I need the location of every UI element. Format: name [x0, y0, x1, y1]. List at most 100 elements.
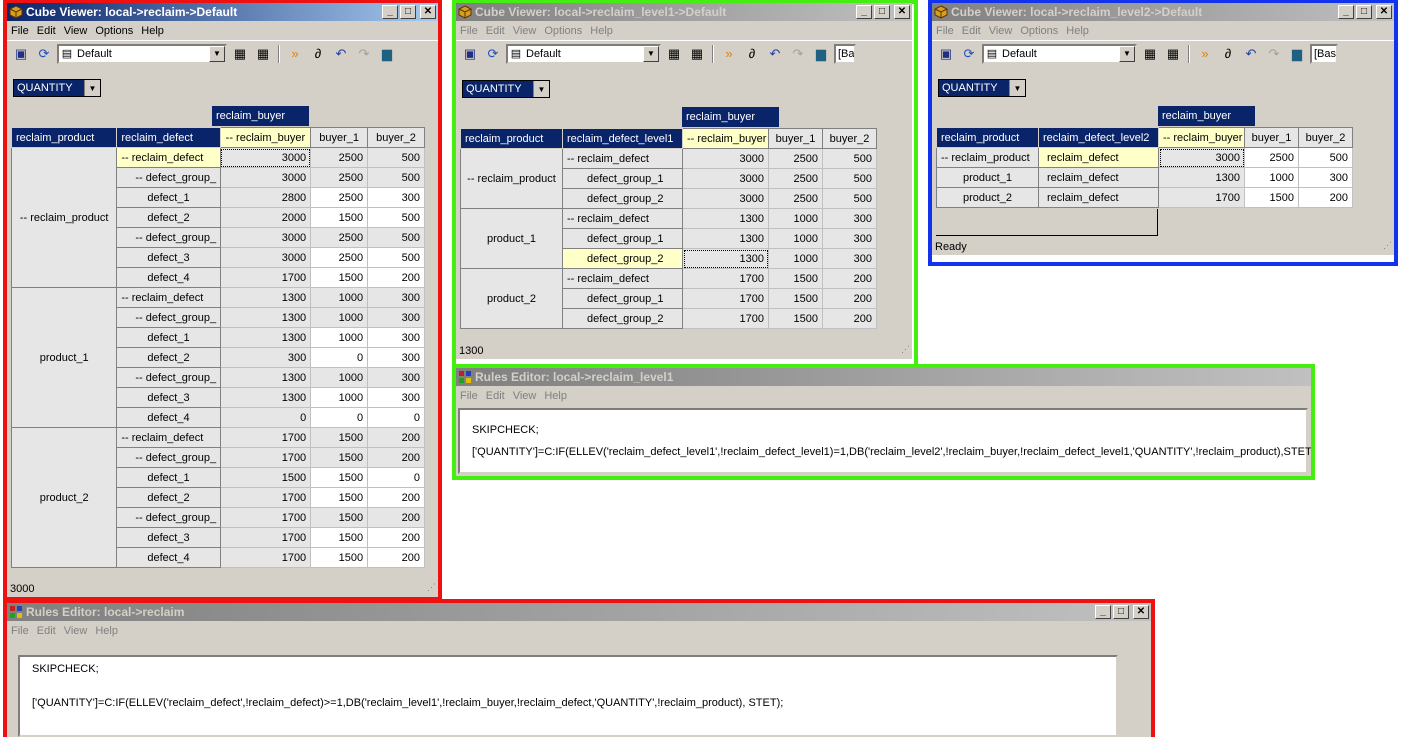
cell-value[interactable]: 1000	[310, 327, 369, 348]
cell-value[interactable]: 1000	[310, 367, 369, 388]
cell-value[interactable]: 1500	[310, 447, 369, 468]
calculator-icon[interactable]: ▦	[664, 44, 684, 64]
product-row-header[interactable]: product_1	[460, 208, 563, 269]
cell-value[interactable]: 200	[367, 547, 425, 568]
cell-value[interactable]: 1500	[768, 268, 823, 289]
cell-value[interactable]: 0	[367, 407, 425, 428]
cell-value[interactable]: 2000	[219, 207, 312, 228]
zero-suppress-icon[interactable]: ∂	[308, 44, 328, 64]
defect-row-header[interactable]: defect_4	[116, 547, 221, 568]
defect-row-header[interactable]: -- reclaim_defect	[116, 147, 221, 168]
maximize-button[interactable]: □	[400, 5, 416, 19]
column-dimension-header[interactable]: reclaim_buyer	[682, 107, 779, 127]
menu-file[interactable]: File	[458, 390, 484, 402]
view-select[interactable]: ▤ Default ▼	[57, 43, 227, 64]
cell-value[interactable]: 1500	[310, 487, 369, 508]
undo-icon[interactable]: ↶	[1241, 44, 1261, 64]
cell-value[interactable]: 0	[219, 407, 312, 428]
rules-text-area[interactable]: SKIPCHECK; ['QUANTITY']=C:IF(ELLEV('recl…	[18, 655, 1118, 737]
menu-file[interactable]: File	[458, 25, 484, 37]
defect-row-header[interactable]: -- reclaim_defect	[562, 268, 683, 289]
cell-value[interactable]: 1300	[682, 248, 769, 269]
defect-row-header[interactable]: -- reclaim_defect	[562, 148, 683, 169]
cell-value[interactable]: 500	[367, 207, 425, 228]
slice-to-excel-icon[interactable]: »	[285, 44, 305, 64]
slice-to-excel-icon[interactable]: »	[719, 44, 739, 64]
cell-value[interactable]: 1700	[219, 527, 312, 548]
cell-value[interactable]: 1500	[310, 507, 369, 528]
grid-options-icon[interactable]: ▦	[1163, 44, 1183, 64]
cell-value[interactable]: 300	[219, 347, 312, 368]
row-dimension-header[interactable]: reclaim_product	[936, 127, 1039, 148]
defect-row-header[interactable]: defect_group_1	[562, 288, 683, 309]
column-header[interactable]: buyer_1	[310, 127, 369, 148]
chevron-down-icon[interactable]: ▼	[209, 45, 225, 62]
cell-value[interactable]: 300	[367, 387, 425, 408]
cell-value[interactable]: 2500	[310, 167, 369, 188]
menu-edit[interactable]: Edit	[960, 25, 987, 37]
cell-value[interactable]: 0	[367, 467, 425, 488]
calculator-icon[interactable]: ▦	[230, 44, 250, 64]
column-header[interactable]: buyer_2	[367, 127, 425, 148]
cell-value[interactable]: 2500	[768, 148, 823, 169]
cell-value[interactable]: 1700	[682, 308, 769, 329]
defect-row-header[interactable]: defect_group_1	[562, 228, 683, 249]
cell-value[interactable]: 200	[367, 267, 425, 288]
cell-value[interactable]: 500	[822, 148, 877, 169]
menu-view[interactable]: View	[511, 25, 543, 37]
cell-value[interactable]: 1700	[219, 547, 312, 568]
defect-row-header[interactable]: defect_1	[116, 187, 221, 208]
column-header[interactable]: buyer_2	[822, 128, 877, 149]
cell-value[interactable]: 2500	[310, 227, 369, 248]
cell-value[interactable]: 2500	[310, 147, 369, 168]
column-header[interactable]: buyer_1	[1244, 127, 1299, 148]
cell-value[interactable]: 300	[1298, 167, 1353, 188]
cell-value[interactable]: 300	[822, 208, 877, 229]
cell-value[interactable]: 300	[367, 287, 425, 308]
cell-value[interactable]: 200	[367, 487, 425, 508]
cell-value[interactable]: 300	[822, 248, 877, 269]
view-select[interactable]: ▤ Default ▼	[506, 43, 661, 64]
cell-value[interactable]: 1000	[310, 387, 369, 408]
maximize-button[interactable]: □	[874, 5, 890, 19]
cell-value[interactable]: 1500	[310, 267, 369, 288]
cell-value[interactable]: 3000	[682, 148, 769, 169]
cell-value[interactable]: 300	[367, 187, 425, 208]
row-dimension-header[interactable]: reclaim_product	[10, 127, 118, 148]
redo-icon[interactable]: ↷	[1264, 44, 1284, 64]
cell-value[interactable]: 1500	[310, 467, 369, 488]
cell-value[interactable]: 1000	[768, 208, 823, 229]
defect-row-header[interactable]: defect_2	[116, 207, 221, 228]
defect-row-header[interactable]: defect_4	[116, 407, 221, 428]
cell-value[interactable]: 300	[367, 367, 425, 388]
defect-row-header[interactable]: defect_1	[116, 327, 221, 348]
title-bar[interactable]: Cube Viewer: local->reclaim_level1->Defa…	[456, 3, 912, 21]
defect-row-header[interactable]: -- defect_group_	[116, 167, 221, 188]
product-row-header[interactable]: product_2	[10, 427, 118, 568]
cell-value[interactable]: 1000	[768, 228, 823, 249]
cell-value[interactable]: 300	[367, 307, 425, 328]
defect-row-header[interactable]: defect_3	[116, 387, 221, 408]
product-row-header[interactable]: product_2	[936, 187, 1039, 208]
menu-help[interactable]: Help	[1064, 25, 1095, 37]
cell-value[interactable]: 1700	[1158, 187, 1245, 208]
row-dimension-header[interactable]: reclaim_defect_level2	[1038, 127, 1159, 148]
defect-row-header[interactable]: defect_4	[116, 267, 221, 288]
cell-value[interactable]: 500	[367, 147, 425, 168]
cell-value[interactable]: 300	[367, 327, 425, 348]
cell-value[interactable]: 1500	[310, 207, 369, 228]
subset-select[interactable]: [Bas	[1310, 43, 1338, 64]
cell-value[interactable]: 500	[1298, 147, 1353, 168]
recalculate-icon[interactable]: ⟳	[34, 44, 54, 64]
cell-value[interactable]: 2500	[768, 188, 823, 209]
chevron-down-icon[interactable]: ▼	[643, 45, 659, 62]
cell-value[interactable]: 1700	[219, 487, 312, 508]
zero-suppress-icon[interactable]: ∂	[1218, 44, 1238, 64]
cell-value[interactable]: 1500	[768, 288, 823, 309]
cell-value[interactable]: 3000	[219, 247, 312, 268]
cell-value[interactable]: 200	[367, 447, 425, 468]
maximize-button[interactable]: □	[1356, 5, 1372, 19]
cell-value[interactable]: 1700	[219, 507, 312, 528]
undo-icon[interactable]: ↶	[331, 44, 351, 64]
grid-options-icon[interactable]: ▦	[687, 44, 707, 64]
